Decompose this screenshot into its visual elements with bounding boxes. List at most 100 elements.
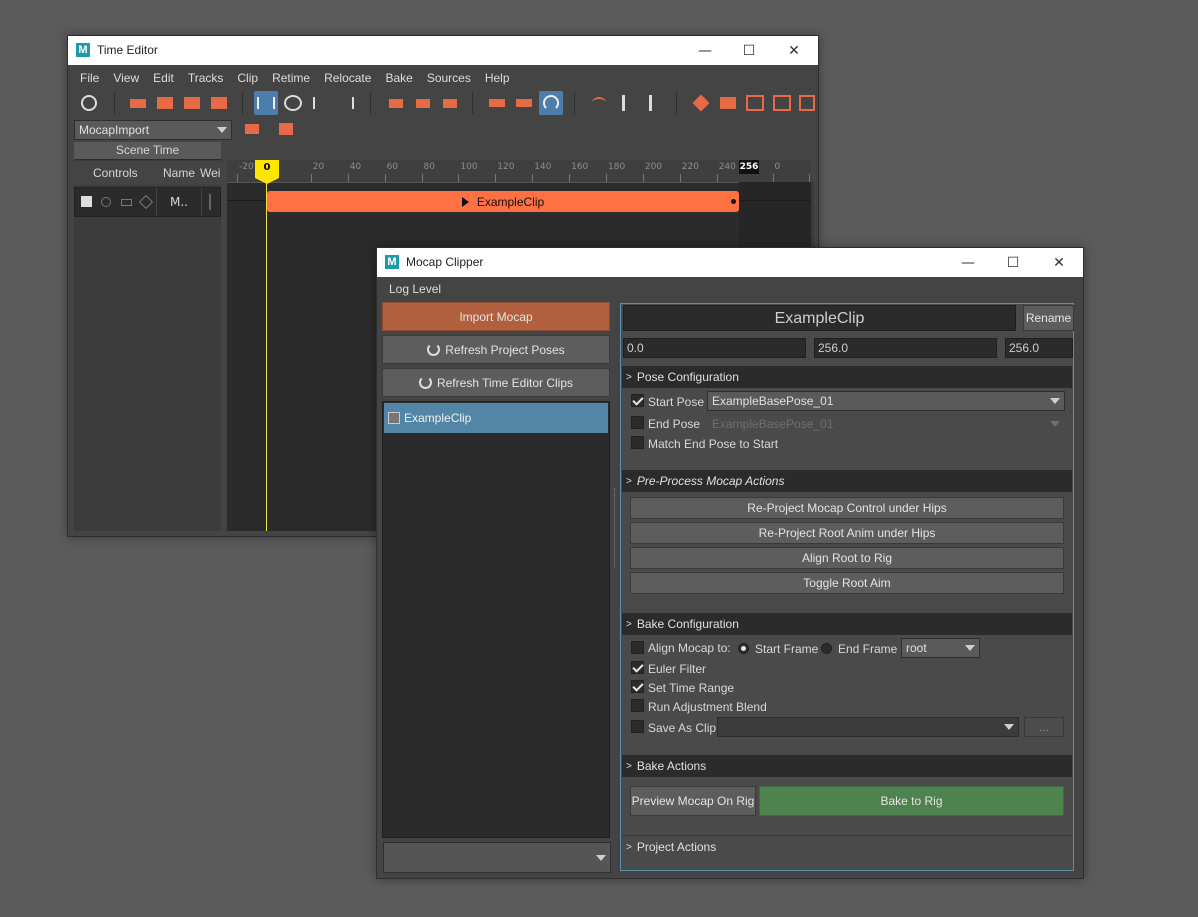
playhead-line (266, 178, 267, 531)
menu-file[interactable]: File (73, 71, 106, 85)
run-adjustment-blend-checkbox[interactable] (631, 699, 644, 712)
close-button[interactable]: ✕ (1036, 248, 1082, 277)
mute-checkbox[interactable] (81, 196, 92, 207)
bake-actions-header[interactable]: > Bake Actions (622, 755, 1072, 777)
preview-mocap-on-rig-button[interactable]: Preview Mocap On Rig (630, 786, 756, 816)
maximize-button[interactable]: ☐ (726, 36, 772, 65)
grid-icon[interactable] (770, 91, 794, 115)
minimize-button[interactable]: — (945, 248, 991, 277)
close-button[interactable]: ✕ (771, 36, 817, 65)
menu-tracks[interactable]: Tracks (181, 71, 231, 85)
solo-icon[interactable] (101, 197, 111, 207)
frame-icon[interactable] (743, 91, 767, 115)
maximize-button[interactable]: ☐ (990, 248, 1036, 277)
end-pose-combo: ExampleBasePose_01 (707, 414, 1065, 434)
new-composition-icon[interactable] (240, 117, 264, 141)
refresh-time-editor-clips-button[interactable]: Refresh Time Editor Clips (382, 368, 610, 397)
chevron-down-icon (213, 121, 231, 139)
film-icon[interactable] (795, 91, 819, 115)
refresh-project-poses-button[interactable]: Refresh Project Poses (382, 335, 610, 364)
trim-end-icon[interactable] (438, 91, 462, 115)
save-as-clip-checkbox[interactable] (631, 720, 644, 733)
key-icon[interactable] (138, 194, 154, 210)
menu-relocate[interactable]: Relocate (317, 71, 378, 85)
end-frame-field[interactable]: 256.0 (814, 338, 997, 358)
save-as-clip-combo[interactable] (717, 717, 1019, 737)
composition-combo[interactable]: MocapImport (74, 120, 232, 140)
bottom-combo[interactable] (383, 842, 611, 873)
playhead-marker[interactable]: 0 (255, 160, 279, 178)
menu-retime[interactable]: Retime (265, 71, 317, 85)
align-root-to-rig-button[interactable]: Align Root to Rig (630, 547, 1064, 569)
menu-clip[interactable]: Clip (230, 71, 265, 85)
clip-list[interactable]: ExampleClip (382, 401, 610, 838)
end-pose-checkbox[interactable] (631, 416, 644, 429)
import-mocap-button[interactable]: Import Mocap (382, 302, 610, 331)
bake-to-rig-button[interactable]: Bake to Rig (759, 786, 1064, 816)
browse-button[interactable]: ... (1024, 717, 1064, 737)
add-keys-icon[interactable] (689, 91, 713, 115)
reproject-mocap-control-button[interactable]: Re-Project Mocap Control under Hips (630, 497, 1064, 519)
reproject-root-anim-button[interactable]: Re-Project Root Anim under Hips (630, 522, 1064, 544)
timeline-ruler[interactable]: -20204060801001201401601802002202400280 (227, 160, 811, 183)
mocap-clipper-titlebar[interactable]: M Mocap Clipper — ☐ ✕ (377, 248, 1083, 277)
scene-time-tab[interactable]: Scene Time (74, 142, 221, 160)
vertical-splitter[interactable] (614, 488, 617, 568)
insert-track-icon[interactable] (153, 91, 177, 115)
align-mocap-checkbox[interactable] (631, 641, 644, 654)
split-icon[interactable] (411, 91, 435, 115)
clip-name-field[interactable]: ExampleClip (623, 305, 1016, 331)
clip-label: ExampleClip (476, 194, 545, 209)
flag-icon[interactable] (716, 91, 740, 115)
scale-mode-icon[interactable] (281, 91, 305, 115)
menu-edit[interactable]: Edit (146, 71, 181, 85)
snap-icon[interactable] (539, 91, 563, 115)
ripple-icon[interactable] (512, 91, 536, 115)
start-frame-field[interactable]: 0.0 (623, 338, 806, 358)
trim-start-icon[interactable] (384, 91, 408, 115)
clip-bar[interactable]: ExampleClip (267, 191, 739, 212)
character-icon[interactable] (614, 91, 638, 115)
add-track-icon[interactable] (126, 91, 150, 115)
loop-icon[interactable] (485, 91, 509, 115)
menu-log-level[interactable]: Log Level (389, 282, 441, 296)
duplicate-composition-icon[interactable] (274, 117, 298, 141)
set-time-range-checkbox[interactable] (631, 680, 644, 693)
menu-view[interactable]: View (106, 71, 146, 85)
ruler-tick-mark (642, 174, 644, 182)
start-frame-radio[interactable] (738, 643, 749, 654)
toggle-root-aim-button[interactable]: Toggle Root Aim (630, 572, 1064, 594)
pre-process-header[interactable]: > Pre-Process Mocap Actions (622, 470, 1072, 492)
disable-icon[interactable] (77, 91, 101, 115)
match-end-pose-checkbox[interactable] (631, 436, 644, 449)
end-frame-marker[interactable]: 256 (739, 160, 759, 174)
list-item[interactable]: ExampleClip (384, 403, 608, 433)
start-pose-combo[interactable]: ExampleBasePose_01 (707, 391, 1065, 411)
euler-filter-checkbox[interactable] (631, 661, 644, 674)
end-frame-radio[interactable] (821, 643, 832, 654)
minimize-button[interactable]: — (682, 36, 728, 65)
menu-sources[interactable]: Sources (420, 71, 478, 85)
playhead-tip (255, 178, 279, 184)
track-row[interactable]: M.. (74, 187, 221, 217)
rename-button[interactable]: Rename (1023, 305, 1074, 331)
ungroup-icon[interactable] (207, 91, 231, 115)
menu-help[interactable]: Help (478, 71, 517, 85)
curve-icon[interactable] (587, 91, 611, 115)
group-icon[interactable] (180, 91, 204, 115)
clip-end-handle[interactable] (731, 199, 736, 204)
rig-icon[interactable] (641, 91, 665, 115)
align-target-combo[interactable]: root (901, 638, 980, 658)
trim-mode-icon[interactable] (254, 91, 278, 115)
lock-icon[interactable] (121, 199, 132, 206)
time-editor-titlebar[interactable]: M Time Editor — ☐ ✕ (68, 36, 818, 65)
pose-configuration-header[interactable]: > Pose Configuration (622, 366, 1072, 388)
weight-slider[interactable] (209, 194, 211, 210)
hold-end-icon[interactable] (335, 91, 359, 115)
menu-bake[interactable]: Bake (378, 71, 419, 85)
length-field[interactable]: 256.0 (1005, 338, 1073, 358)
bake-configuration-header[interactable]: > Bake Configuration (622, 613, 1072, 635)
start-pose-checkbox[interactable] (631, 394, 644, 407)
project-actions-header[interactable]: > Project Actions (622, 835, 1072, 858)
hold-start-icon[interactable] (308, 91, 332, 115)
